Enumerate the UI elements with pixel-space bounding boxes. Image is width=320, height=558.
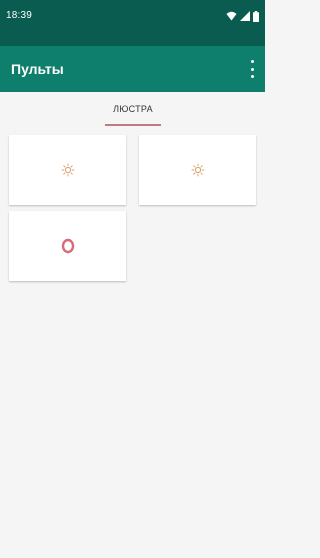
- wifi-icon: [226, 11, 237, 21]
- more-vert-icon: [250, 60, 254, 63]
- more-options-button[interactable]: [247, 60, 257, 78]
- remote-button-power[interactable]: [9, 211, 126, 281]
- tab-strip: ЛЮСТРА: [0, 92, 265, 128]
- remote-button-brightness-2[interactable]: [139, 135, 256, 205]
- app-bar: Пульты: [0, 46, 265, 92]
- tab-label: ЛЮСТРА: [113, 104, 153, 114]
- page-title: Пульты: [11, 61, 64, 77]
- signal-icon: [240, 11, 250, 21]
- status-bar: 18:39: [0, 0, 265, 46]
- sun-icon: [191, 163, 204, 177]
- remote-button-brightness-1[interactable]: [9, 135, 126, 205]
- status-icons: [226, 10, 259, 22]
- battery-icon: [253, 10, 259, 22]
- tab-chandelier[interactable]: ЛЮСТРА: [105, 92, 161, 128]
- status-time: 18:39: [6, 10, 33, 21]
- sun-icon: [61, 163, 74, 177]
- tab-indicator: [105, 124, 161, 126]
- power-ring-icon: [61, 238, 74, 254]
